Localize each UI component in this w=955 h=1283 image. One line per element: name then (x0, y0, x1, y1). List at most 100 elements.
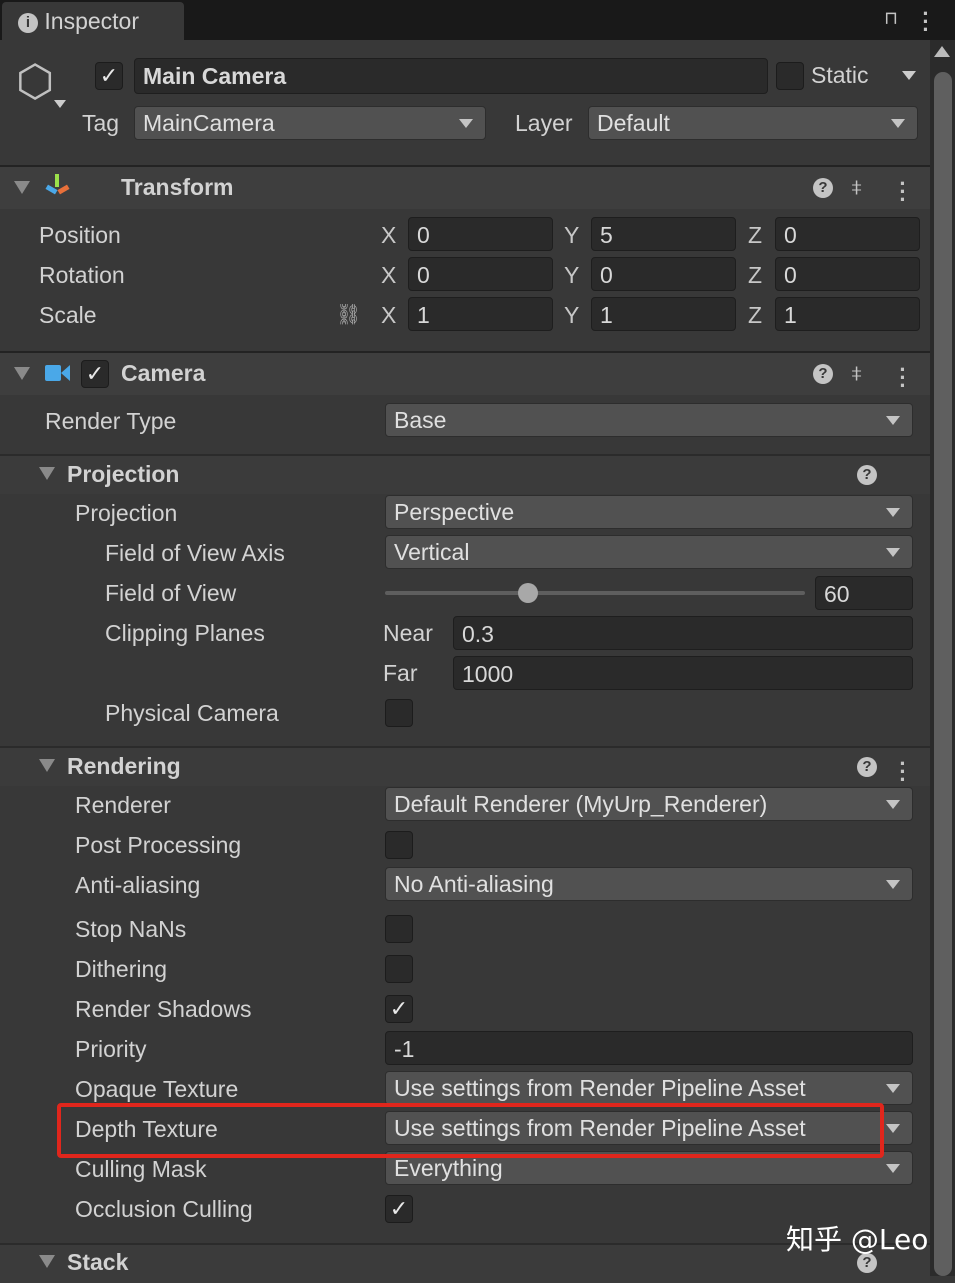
far-input[interactable]: 1000 (453, 656, 913, 690)
layer-dropdown[interactable]: Default (588, 106, 918, 140)
dithering-label: Dithering (75, 956, 168, 982)
opaque-texture-dropdown[interactable]: Use settings from Render Pipeline Asset (385, 1071, 913, 1105)
fov-axis-label: Field of View Axis (105, 540, 285, 566)
axis-label: Z (748, 262, 763, 288)
projection-dropdown[interactable]: Perspective (385, 495, 913, 529)
post-processing-label: Post Processing (75, 832, 242, 858)
rotation-z[interactable]: 0 (775, 257, 920, 291)
axis-label: Y (564, 222, 580, 248)
highlight-box (57, 1103, 884, 1158)
collapse-icon[interactable] (39, 1255, 55, 1268)
fov-slider-thumb[interactable] (517, 583, 538, 603)
near-input[interactable]: 0.3 (453, 616, 913, 650)
active-checkbox[interactable]: ✓ (95, 62, 123, 90)
projection-label: Projection (75, 500, 178, 526)
more-icon[interactable]: · · · (899, 359, 907, 397)
watermark: 知乎 @Leo (786, 1223, 929, 1256)
camera-enabled-checkbox[interactable]: ✓ (81, 360, 109, 388)
dithering-checkbox[interactable] (385, 955, 413, 983)
tag-label: Tag (82, 110, 120, 136)
scale-y[interactable]: 1 (591, 297, 736, 331)
render-type-dropdown[interactable]: Base (385, 403, 913, 437)
rotation-x[interactable]: 0 (408, 257, 553, 291)
help-icon[interactable]: ? (857, 465, 877, 485)
position-label: Position (39, 222, 121, 248)
axis-label: Y (564, 262, 580, 288)
presets-icon[interactable]: ⧧ (851, 360, 862, 386)
more-icon[interactable]: · · · (922, 3, 930, 41)
static-label: Static (811, 62, 869, 88)
icon-dropdown-arrow[interactable] (54, 100, 66, 108)
anti-aliasing-dropdown[interactable]: No Anti-aliasing (385, 867, 913, 901)
presets-icon[interactable]: ⧧ (851, 174, 862, 200)
axis-label: X (381, 262, 397, 288)
far-label: Far (383, 660, 418, 686)
position-z[interactable]: 0 (775, 217, 920, 251)
occlusion-culling-checkbox[interactable]: ✓ (385, 1195, 413, 1223)
physical-camera-label: Physical Camera (105, 700, 279, 726)
priority-label: Priority (75, 1036, 147, 1062)
position-y[interactable]: 5 (591, 217, 736, 251)
static-checkbox[interactable] (776, 62, 804, 90)
axis-label: X (381, 302, 397, 328)
help-icon[interactable]: ? (813, 178, 833, 198)
static-dropdown-arrow[interactable] (902, 71, 916, 80)
tag-dropdown[interactable]: MainCamera (134, 106, 486, 140)
scale-z[interactable]: 1 (775, 297, 920, 331)
stop-nans-checkbox[interactable] (385, 915, 413, 943)
rotation-y[interactable]: 0 (591, 257, 736, 291)
fov-slider-track[interactable] (385, 591, 805, 595)
rendering-title: Rendering (67, 753, 181, 779)
camera-title: Camera (121, 360, 206, 386)
renderer-label: Renderer (75, 792, 171, 818)
clipping-planes-label: Clipping Planes (105, 620, 265, 646)
culling-mask-label: Culling Mask (75, 1156, 207, 1182)
gameobject-icon[interactable]: ⬡ (16, 60, 56, 104)
axis-label: Z (748, 222, 763, 248)
collapse-icon[interactable] (14, 367, 30, 380)
anti-aliasing-label: Anti-aliasing (75, 872, 201, 898)
fov-label: Field of View (105, 580, 237, 606)
camera-icon-lens (61, 365, 70, 381)
more-icon[interactable]: · · · (899, 753, 907, 791)
transform-icon (44, 174, 70, 200)
projection-title: Projection (67, 461, 180, 487)
axis-label: X (381, 222, 397, 248)
render-shadows-checkbox[interactable]: ✓ (385, 995, 413, 1023)
priority-input[interactable]: -1 (385, 1031, 913, 1065)
camera-icon (45, 365, 61, 381)
collapse-icon[interactable] (39, 467, 55, 480)
constrain-proportions-icon[interactable]: ⛓ (336, 302, 361, 327)
stack-title: Stack (67, 1249, 129, 1275)
scale-label: Scale (39, 302, 97, 328)
opaque-texture-label: Opaque Texture (75, 1076, 239, 1102)
occlusion-culling-label: Occlusion Culling (75, 1196, 253, 1222)
fov-input[interactable]: 60 (815, 576, 913, 610)
more-icon[interactable]: · · · (899, 173, 907, 211)
fov-axis-dropdown[interactable]: Vertical (385, 535, 913, 569)
axis-label: Z (748, 302, 763, 328)
render-shadows-label: Render Shadows (75, 996, 252, 1022)
name-input[interactable]: Main Camera (134, 58, 768, 94)
scrollbar-thumb[interactable] (934, 72, 952, 1276)
scale-x[interactable]: 1 (408, 297, 553, 331)
position-x[interactable]: 0 (408, 217, 553, 251)
collapse-icon[interactable] (39, 759, 55, 772)
layer-label: Layer (515, 110, 573, 136)
help-icon[interactable]: ? (857, 757, 877, 777)
post-processing-checkbox[interactable] (385, 831, 413, 859)
transform-title: Transform (121, 174, 234, 200)
collapse-icon[interactable] (14, 181, 30, 194)
axis-label: Y (564, 302, 580, 328)
lock-icon[interactable]: ⊓ (884, 8, 900, 28)
render-type-label: Render Type (45, 408, 177, 434)
tab-inspector[interactable]: i Inspector (2, 2, 184, 42)
rotation-label: Rotation (39, 262, 125, 288)
scroll-up-icon[interactable] (934, 46, 950, 57)
help-icon[interactable]: ? (813, 364, 833, 384)
physical-camera-checkbox[interactable] (385, 699, 413, 727)
stop-nans-label: Stop NaNs (75, 916, 187, 942)
near-label: Near (383, 620, 433, 646)
info-icon: i (18, 13, 38, 33)
renderer-dropdown[interactable]: Default Renderer (MyUrp_Renderer) (385, 787, 913, 821)
